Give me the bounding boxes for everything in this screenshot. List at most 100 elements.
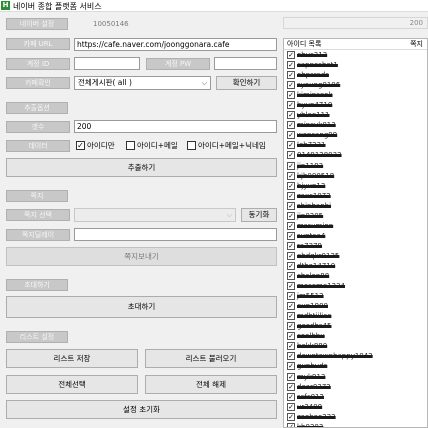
list-item[interactable]: ✓ ur3400: [284, 402, 427, 412]
send-note-button[interactable]: 쪽지보내기: [6, 247, 277, 266]
list-item[interactable]: ✓ ssfc012: [284, 392, 427, 402]
list-item[interactable]: ✓ mosome1234: [284, 281, 427, 291]
checkbox-checked[interactable]: ✓: [287, 342, 295, 351]
list-item[interactable]: ✓ ohpsreds: [284, 70, 427, 80]
checkbox-checked[interactable]: ✓: [287, 282, 295, 291]
checkbox-checked[interactable]: ✓: [287, 352, 295, 361]
checkbox-checked[interactable]: ✓: [287, 292, 295, 301]
checkbox-checked[interactable]: ✓: [287, 51, 295, 60]
list-item[interactable]: ✓ ehdqkr0125: [284, 251, 427, 261]
list-item[interactable]: ✓ downtownhappy1042: [284, 351, 427, 361]
checkbox-checked[interactable]: ✓: [287, 111, 295, 120]
checkbox-checked[interactable]: ✓: [287, 241, 295, 250]
list-item[interactable]: ✓ goodhs45: [284, 321, 427, 331]
invite-button[interactable]: 초대하기: [6, 296, 277, 318]
checkbox-checked[interactable]: ✓: [287, 392, 295, 401]
account-pw-input[interactable]: [214, 57, 277, 70]
deselect-all-button[interactable]: 전체 해제: [145, 375, 277, 394]
list-item[interactable]: ✓ hyun4710: [284, 100, 427, 110]
checkbox-unchecked[interactable]: [187, 141, 196, 150]
list-item[interactable]: ✓ zooboo222: [284, 412, 427, 422]
list-item[interactable]: ✓ bokk880: [284, 341, 427, 351]
checkbox-checked[interactable]: ✓: [287, 412, 295, 421]
list-item[interactable]: ✓ kjh000518: [284, 171, 427, 181]
checkbox-checked[interactable]: ✓: [287, 201, 295, 210]
checkbox-checked[interactable]: ✓: [287, 81, 295, 90]
checkbox-checked[interactable]: ✓: [76, 141, 85, 150]
list-item[interactable]: ✓ suntae4: [284, 231, 427, 241]
checkbox-checked[interactable]: ✓: [287, 141, 295, 150]
checkbox-checked[interactable]: ✓: [287, 322, 295, 331]
id-list-view[interactable]: 아이디 목록 쪽지 ✓ ohus313 ✓ capnoshot1 ✓ ohpsreds ✓ s…: [283, 38, 428, 428]
list-item[interactable]: ✓ chelon88: [284, 271, 427, 281]
list-item[interactable]: ✓ kiminseok: [284, 90, 427, 100]
list-item[interactable]: ✓ jin1193: [284, 161, 427, 171]
checkbox-checked[interactable]: ✓: [287, 372, 295, 381]
list-item[interactable]: ✓ gunbuds: [284, 361, 427, 371]
load-list-button[interactable]: 리스트 불러오기: [145, 349, 277, 368]
list-item[interactable]: ✓ capnoshot1: [284, 60, 427, 70]
checkbox-checked[interactable]: ✓: [287, 382, 295, 391]
checkbox-checked[interactable]: ✓: [287, 101, 295, 110]
column-header-note[interactable]: 쪽지: [410, 39, 423, 49]
note-select[interactable]: ⌵: [74, 208, 236, 222]
board-select[interactable]: 전체게시판( all ) ⌵: [74, 76, 211, 90]
list-item[interactable]: ✓ zaxc1072: [284, 191, 427, 201]
save-list-button[interactable]: 리스트 저장: [6, 349, 138, 368]
checkbox-checked[interactable]: ✓: [287, 221, 295, 230]
cafe-check-button[interactable]: 확인하기: [216, 76, 277, 90]
column-header-id[interactable]: 아이디 목록: [287, 39, 321, 49]
option-id-only[interactable]: ✓ 아이디만: [76, 140, 115, 151]
checkbox-unchecked[interactable]: [126, 141, 135, 150]
list-item[interactable]: ✓ mdhtiilice: [284, 311, 427, 321]
cafe-url-input[interactable]: https://cafe.naver.com/joonggonara.cafe: [74, 38, 277, 51]
list-item[interactable]: ✓ ra7379: [284, 241, 427, 251]
extract-button[interactable]: 추출하기: [6, 158, 277, 177]
list-item[interactable]: ✓ 0149128032: [284, 150, 427, 160]
checkbox-checked[interactable]: ✓: [287, 91, 295, 100]
list-item[interactable]: ✓ minsuk013: [284, 120, 427, 130]
checkbox-checked[interactable]: ✓: [287, 302, 295, 311]
list-item[interactable]: ✓ yhlee111: [284, 110, 427, 120]
checkbox-checked[interactable]: ✓: [287, 422, 295, 427]
select-all-button[interactable]: 전체선택: [6, 375, 138, 394]
list-item[interactable]: ✓ kh0303: [284, 422, 427, 427]
checkbox-checked[interactable]: ✓: [287, 312, 295, 321]
list-item[interactable]: ✓ shinhanbi: [284, 201, 427, 211]
list-item[interactable]: ✓ leb7231: [284, 140, 427, 150]
reset-settings-button[interactable]: 설정 초기화: [6, 400, 277, 419]
checkbox-checked[interactable]: ✓: [287, 181, 295, 190]
list-item[interactable]: ✓ wonsang99: [284, 130, 427, 140]
checkbox-checked[interactable]: ✓: [287, 121, 295, 130]
checkbox-checked[interactable]: ✓: [287, 71, 295, 80]
option-id-mail[interactable]: 아이디+메일: [126, 140, 178, 151]
checkbox-checked[interactable]: ✓: [287, 131, 295, 140]
checkbox-checked[interactable]: ✓: [287, 332, 295, 341]
list-item[interactable]: ✓ myk913: [284, 372, 427, 382]
checkbox-checked[interactable]: ✓: [287, 362, 295, 371]
list-item[interactable]: ✓ eun1900: [284, 301, 427, 311]
list-item[interactable]: ✓ dear0372: [284, 382, 427, 392]
checkbox-checked[interactable]: ✓: [287, 151, 295, 160]
list-item[interactable]: ✓ jin0305: [284, 211, 427, 221]
note-delay-input[interactable]: [74, 228, 277, 241]
account-id-input[interactable]: [74, 57, 140, 70]
option-id-mail-nick[interactable]: 아이디+메일+닉네임: [187, 140, 266, 151]
checkbox-checked[interactable]: ✓: [287, 231, 295, 240]
checkbox-checked[interactable]: ✓: [287, 191, 295, 200]
checkbox-checked[interactable]: ✓: [287, 251, 295, 260]
checkbox-checked[interactable]: ✓: [287, 211, 295, 220]
sync-button[interactable]: 동기화: [241, 208, 277, 222]
list-item[interactable]: ✓ ohus313: [284, 50, 427, 60]
count-input[interactable]: 200: [74, 120, 277, 133]
list-item[interactable]: ✓ dtho14710: [284, 261, 427, 271]
checkbox-checked[interactable]: ✓: [287, 262, 295, 270]
list-item[interactable]: ✓ coolbbu: [284, 331, 427, 341]
checkbox-checked[interactable]: ✓: [287, 161, 295, 170]
checkbox-checked[interactable]: ✓: [287, 402, 295, 411]
checkbox-checked[interactable]: ✓: [287, 272, 295, 281]
checkbox-checked[interactable]: ✓: [287, 61, 295, 70]
list-item[interactable]: ✓ jm5512: [284, 291, 427, 301]
list-item[interactable]: ✓ hjyun13: [284, 181, 427, 191]
checkbox-checked[interactable]: ✓: [287, 171, 295, 180]
